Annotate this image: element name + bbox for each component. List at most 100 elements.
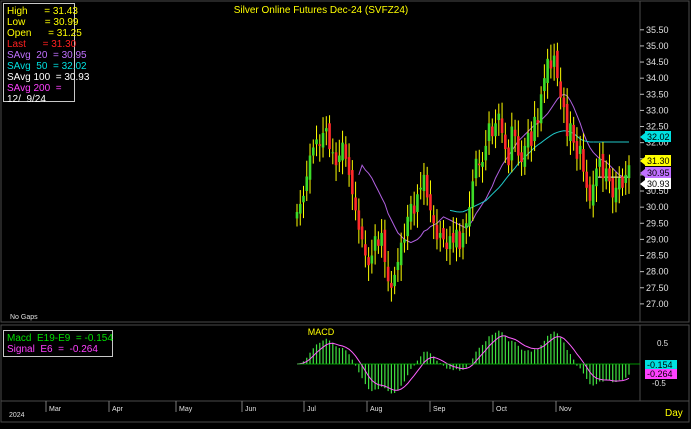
candle-body bbox=[497, 113, 501, 121]
candle-body bbox=[435, 224, 439, 240]
candle-body bbox=[474, 158, 478, 179]
month-label: Apr bbox=[112, 406, 124, 413]
price-badge-pointer bbox=[640, 169, 645, 177]
candle-body bbox=[305, 176, 309, 192]
candle-body bbox=[403, 239, 406, 243]
candle-body bbox=[617, 178, 621, 190]
candle-body bbox=[539, 94, 543, 124]
info-line: Last = 31.30 bbox=[7, 39, 77, 50]
candle-body bbox=[298, 203, 302, 214]
month-label: Mar bbox=[49, 406, 62, 413]
month-label: Jul bbox=[307, 406, 316, 413]
candle-body bbox=[549, 60, 553, 69]
price-tick-label: 34.50 bbox=[646, 57, 669, 67]
candle-body bbox=[393, 274, 396, 287]
price-tick-label: 35.00 bbox=[646, 41, 669, 51]
candle-body bbox=[601, 153, 605, 179]
price-tick-label: 33.50 bbox=[646, 89, 669, 99]
month-label: Aug bbox=[370, 406, 383, 413]
candle-body bbox=[471, 181, 475, 208]
candle-body bbox=[572, 124, 575, 143]
candle-body bbox=[575, 141, 579, 159]
candle-body bbox=[477, 163, 481, 166]
candle-body bbox=[341, 142, 344, 161]
candle-body bbox=[344, 144, 348, 159]
info-line: SAvg 100 = 30.93 bbox=[7, 72, 90, 83]
candle-body bbox=[308, 155, 312, 180]
candle-body bbox=[494, 123, 497, 137]
candle-body bbox=[412, 205, 416, 214]
day-label: Day bbox=[665, 408, 683, 419]
candle-body bbox=[582, 149, 585, 172]
candle-body bbox=[464, 223, 468, 229]
year-label: 2024 bbox=[9, 412, 25, 419]
candle-body bbox=[611, 178, 615, 198]
candle-body bbox=[624, 174, 628, 183]
moving-average-lines bbox=[358, 93, 629, 244]
candle-body bbox=[461, 232, 465, 248]
month-label: May bbox=[179, 406, 193, 413]
candle-body bbox=[448, 236, 452, 250]
macd-signal-line bbox=[296, 335, 630, 391]
candle-body bbox=[419, 187, 422, 190]
candle-body bbox=[565, 103, 569, 137]
candle-body bbox=[442, 228, 445, 240]
candle-body bbox=[321, 132, 325, 148]
price-pane-frame bbox=[0, 0, 641, 323]
candle-body bbox=[588, 184, 592, 201]
candle-body bbox=[451, 232, 455, 243]
candle-body bbox=[513, 129, 517, 137]
candle-body bbox=[598, 158, 602, 167]
candle-body bbox=[373, 236, 377, 251]
chart-canvas[interactable]: Silver Online Futures Dec-24 (SVFZ24) No… bbox=[0, 0, 691, 424]
candle-body bbox=[370, 255, 374, 264]
candle-body bbox=[302, 195, 305, 203]
candle-body bbox=[390, 282, 393, 288]
price-badge-label: 30.95 bbox=[647, 168, 670, 178]
info-date: 12/ 9/24 bbox=[7, 94, 46, 105]
candle-body bbox=[338, 155, 341, 162]
candle-body bbox=[351, 170, 354, 195]
info-line: Low = 30.99 bbox=[7, 17, 79, 28]
candle-body bbox=[562, 97, 566, 108]
macd-tick--0.5: -0.5 bbox=[652, 379, 666, 388]
candle-body bbox=[357, 210, 361, 230]
time-axis: Mar Apr May Jun Jul Aug Sep Oct Nov bbox=[45, 401, 572, 413]
candle-body bbox=[364, 244, 367, 256]
candle-body bbox=[614, 187, 618, 203]
candle-body bbox=[484, 145, 488, 161]
month-label: Jun bbox=[245, 406, 256, 413]
candle-body bbox=[406, 216, 409, 237]
macd-histogram bbox=[296, 330, 640, 394]
price-tick-label: 29.50 bbox=[646, 218, 669, 228]
candle-body bbox=[295, 211, 299, 219]
candle-body bbox=[354, 197, 357, 211]
month-label: Sep bbox=[433, 406, 446, 413]
price-badge-pointer bbox=[640, 133, 645, 141]
candle-body bbox=[347, 157, 351, 175]
candle-body bbox=[604, 168, 608, 182]
macd-legend-signal: Signal E6 = -0.264 bbox=[7, 344, 98, 355]
info-line: SAvg 50 = 32.02 bbox=[7, 61, 87, 72]
candle-body bbox=[536, 120, 540, 124]
candle-body bbox=[608, 168, 611, 182]
candle-body bbox=[383, 229, 387, 262]
candle-body bbox=[380, 232, 383, 246]
candle-body bbox=[621, 176, 624, 188]
macd-title: MACD bbox=[308, 327, 335, 337]
price-tick-label: 27.50 bbox=[646, 283, 669, 293]
candle-body bbox=[429, 194, 432, 211]
candle-body bbox=[315, 139, 318, 145]
candle-body bbox=[432, 215, 436, 224]
price-tick-label: 28.50 bbox=[646, 251, 669, 261]
candle-body bbox=[578, 145, 582, 154]
candle-body bbox=[546, 58, 549, 83]
candle-body bbox=[324, 128, 328, 132]
candle-body bbox=[331, 152, 335, 154]
month-label: Oct bbox=[496, 406, 507, 413]
price-axis: 27.0027.5028.0028.5029.0029.5030.0030.50… bbox=[640, 25, 669, 309]
candle-body bbox=[523, 145, 527, 167]
time-axis-frame bbox=[0, 400, 690, 423]
no-gaps-label: No Gaps bbox=[10, 314, 38, 321]
candle-body bbox=[504, 134, 507, 150]
